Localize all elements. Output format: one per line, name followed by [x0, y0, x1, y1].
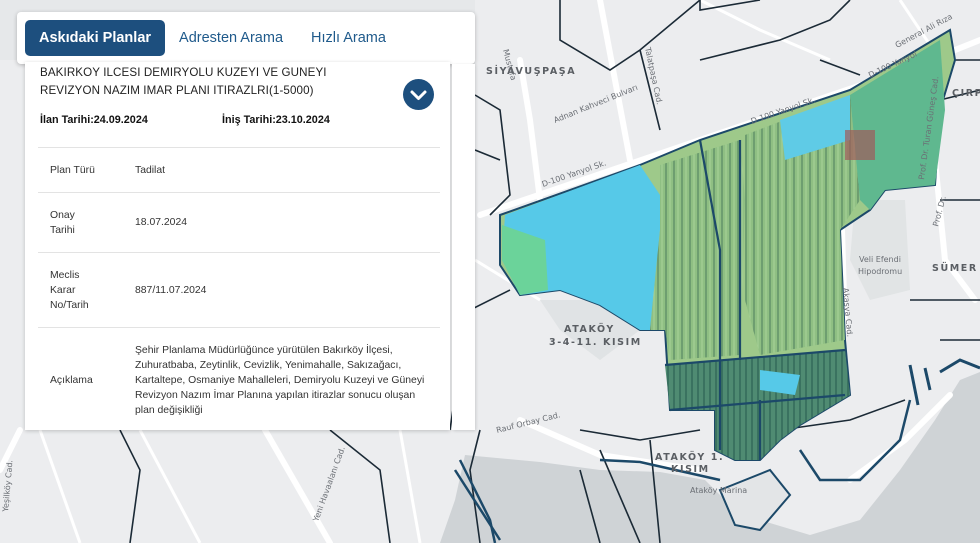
- plan-dates: İlan Tarihi:24.09.2024 İniş Tarihi:23.10…: [40, 114, 440, 126]
- tab-askidaki-planlar[interactable]: Askıdaki Planlar: [25, 20, 166, 56]
- svg-text:SİYAVUŞPAŞA: SİYAVUŞPAŞA: [486, 66, 576, 77]
- row-key: Onay Tarihi: [38, 192, 135, 253]
- plan-title: BAKIRKOY ILCESI DEMIRYOLU KUZEYI VE GUNE…: [40, 66, 327, 97]
- row-key: Meclis Karar No/Tarih: [38, 252, 135, 328]
- table-row: Onay Tarihi 18.07.2024: [38, 192, 440, 253]
- chevron-down-icon: [410, 90, 427, 100]
- svg-text:ÇIRP: ÇIRP: [952, 88, 980, 99]
- table-row: Plan Türü Tadilat: [38, 147, 440, 193]
- panel-scrollbar[interactable]: [452, 64, 475, 430]
- expand-button[interactable]: [403, 79, 434, 110]
- row-value: 18.07.2024: [135, 192, 440, 253]
- search-tabs: Askıdaki Planlar Adresten Arama Hızlı Ar…: [17, 12, 475, 64]
- table-row: Meclis Karar No/Tarih 887/11.07.2024: [38, 252, 440, 328]
- svg-text:3-4-11. KISIM: 3-4-11. KISIM: [549, 337, 642, 348]
- svg-text:Hipodromu: Hipodromu: [858, 267, 902, 276]
- table-row: Açıklama Şehir Planlama Müdürlüğünce yür…: [38, 327, 440, 430]
- row-key: Açıklama: [38, 327, 135, 430]
- row-value: 887/11.07.2024: [135, 252, 440, 328]
- plan-info-table: Plan Türü Tadilat Onay Tarihi 18.07.2024…: [38, 147, 440, 430]
- row-key: Plan Türü: [38, 147, 135, 193]
- svg-text:Veli Efendi: Veli Efendi: [859, 255, 901, 264]
- plan-detail-panel: BAKIRKOY ILCESI DEMIRYOLU KUZEYI VE GUNE…: [25, 62, 450, 430]
- row-value: Tadilat: [135, 147, 440, 193]
- inis-tarihi: İniş Tarihi:23.10.2024: [222, 114, 330, 126]
- svg-text:ATAKÖY 1.: ATAKÖY 1.: [655, 452, 724, 463]
- ilan-tarihi: İlan Tarihi:24.09.2024: [40, 114, 148, 126]
- svg-text:SÜMER: SÜMER: [932, 263, 978, 274]
- svg-text:Ataköy Marina: Ataköy Marina: [690, 486, 747, 495]
- tab-adresten-arama[interactable]: Adresten Arama: [165, 20, 297, 56]
- svg-text:KISIM: KISIM: [671, 464, 710, 475]
- row-value: Şehir Planlama Müdürlüğünce yürütülen Ba…: [135, 327, 440, 430]
- tab-hizli-arama[interactable]: Hızlı Arama: [297, 20, 400, 56]
- svg-text:ATAKÖY: ATAKÖY: [564, 324, 615, 335]
